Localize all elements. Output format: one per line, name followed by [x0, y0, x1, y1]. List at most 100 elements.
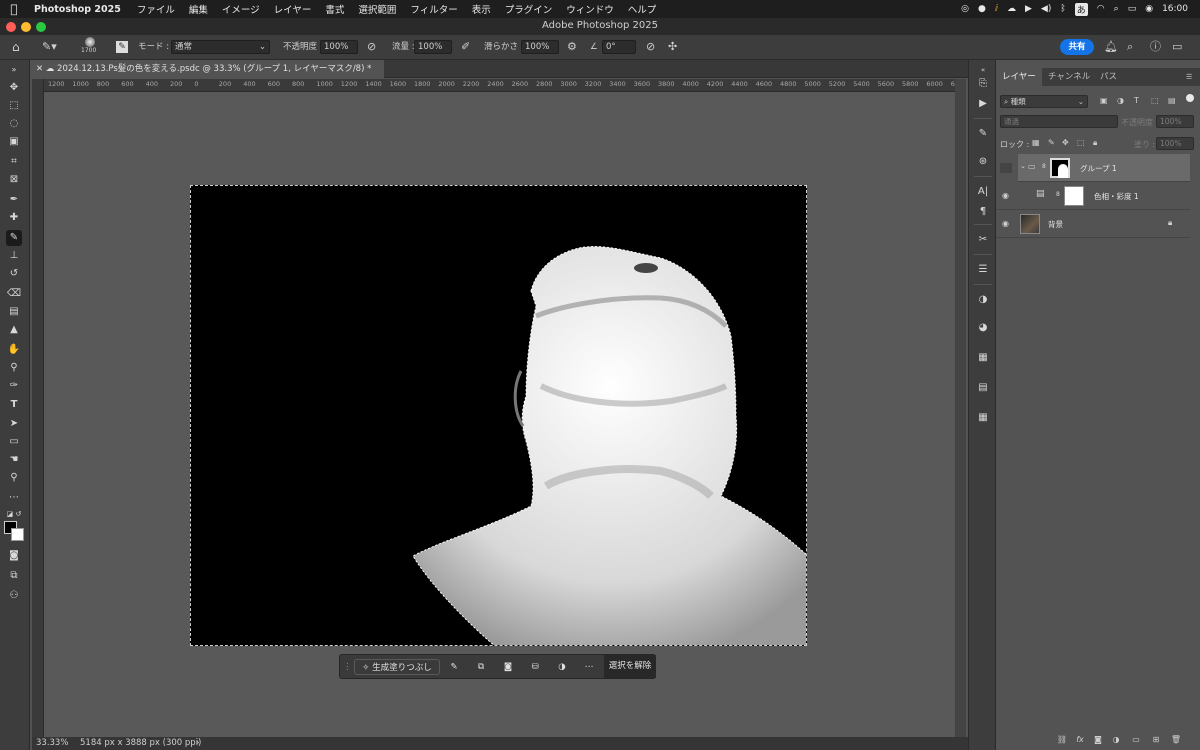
search-icon[interactable]: ⌕	[1114, 4, 1119, 14]
path-selection-tool-icon[interactable]: ➤	[6, 416, 22, 432]
menu-select[interactable]: 選択範囲	[351, 2, 403, 16]
drag-handle-icon[interactable]: ⋮	[343, 659, 352, 675]
background-color-swatch[interactable]	[11, 528, 24, 541]
clone-stamp-tool-icon[interactable]: ⊥	[6, 248, 22, 264]
properties-icon[interactable]: ☰	[975, 262, 991, 278]
eye-icon[interactable]: ◉	[1002, 191, 1012, 200]
close-icon[interactable]: ✕	[36, 64, 46, 74]
smoothing-field[interactable]: 100%	[521, 40, 559, 54]
lock-all-icon[interactable]: 🔒︎	[1093, 138, 1097, 148]
frame-tool-icon[interactable]: ⊠	[6, 172, 22, 188]
scrivener-icon[interactable]: ⅈ	[995, 4, 998, 14]
clone-source-icon[interactable]: ⊛	[975, 154, 991, 170]
filter-shape-icon[interactable]: ⬚	[1151, 96, 1159, 105]
pen-tool-icon[interactable]: ✑	[6, 378, 22, 394]
menu-edit[interactable]: 編集	[182, 2, 215, 16]
symmetry-icon[interactable]: ✣	[668, 39, 677, 55]
lasso-tool-icon[interactable]: ◌	[6, 116, 22, 132]
tab-channels[interactable]: チャンネル	[1048, 68, 1090, 86]
pressure-size-icon[interactable]: ⊘	[646, 39, 655, 55]
zoom-tool-icon[interactable]: ⚲	[6, 470, 22, 486]
generative-fill-button[interactable]: ✧ 生成塗りつぶし	[354, 659, 440, 675]
menu-help[interactable]: ヘルプ	[621, 2, 664, 16]
type-tool-icon[interactable]: T	[6, 397, 22, 413]
eye-icon[interactable]: ◉	[1002, 219, 1012, 228]
siri-icon[interactable]: ◉	[1145, 4, 1153, 14]
healing-brush-tool-icon[interactable]: ✚	[6, 210, 22, 226]
actions-icon[interactable]: ▶	[975, 96, 991, 112]
menu-filter[interactable]: フィルター	[403, 2, 464, 16]
add-mask-icon[interactable]: ◙	[1092, 735, 1104, 744]
layer-row-hue-saturation[interactable]: ◉ ▤ 8 色相・彩度 1	[996, 182, 1190, 210]
control-center-icon[interactable]: ▭	[1128, 4, 1137, 14]
brush-tool-preset-icon[interactable]: ✎▾	[42, 39, 57, 55]
filter-pixel-icon[interactable]: ▣	[1100, 96, 1108, 105]
history-icon[interactable]: ⎘	[975, 76, 991, 92]
deselect-button[interactable]: 選択を解除	[604, 655, 656, 678]
filter-adjustment-icon[interactable]: ◑	[1117, 96, 1124, 105]
clock[interactable]: 16:00	[1162, 4, 1188, 14]
toolbar-collapse-icon[interactable]: »	[6, 62, 22, 78]
link-icon[interactable]: 8	[1056, 191, 1060, 198]
filter-kind-select[interactable]: ⌕ 種類 ⌄	[1000, 95, 1088, 108]
menu-layer[interactable]: レイヤー	[267, 2, 319, 16]
zoom-level[interactable]: 33.33%	[36, 737, 68, 750]
pen-search-icon[interactable]: ⚲	[6, 360, 22, 376]
object-selection-tool-icon[interactable]: ▣	[6, 134, 22, 150]
share-button[interactable]: 共有	[1060, 39, 1094, 55]
new-group-icon[interactable]: ▭	[1130, 735, 1142, 744]
patterns-icon[interactable]: ▦	[975, 410, 991, 426]
quick-mask-icon[interactable]: ◙	[6, 548, 22, 564]
adjustment-mask-thumbnail[interactable]	[1064, 186, 1084, 206]
menu-app-name[interactable]: Photoshop 2025	[28, 4, 130, 15]
fill-selection-icon[interactable]: ⛁	[527, 659, 543, 675]
wifi-icon[interactable]: ◠	[1097, 4, 1105, 14]
filter-toggle[interactable]	[1186, 94, 1194, 102]
tab-paths[interactable]: パス	[1100, 68, 1117, 86]
layer-row-group[interactable]: ⌄ ▭ 8 グループ 1	[1018, 154, 1190, 182]
cloud-icon[interactable]: ☁	[1007, 4, 1016, 14]
more-options-icon[interactable]: ⋯	[581, 659, 597, 675]
menu-view[interactable]: 表示	[465, 2, 498, 16]
trash-icon[interactable]: 🗑︎	[1170, 735, 1182, 744]
flow-field[interactable]: 100%	[414, 40, 452, 54]
bell-icon[interactable]: 🔔︎	[1104, 39, 1118, 55]
mode-select[interactable]: 通常 ⌄	[171, 40, 270, 54]
menu-window[interactable]: ウィンドウ	[559, 2, 621, 16]
lock-artboard-icon[interactable]: ⬚	[1077, 138, 1085, 147]
menu-type[interactable]: 書式	[318, 2, 351, 16]
layer-opacity-field[interactable]: 100%	[1156, 115, 1194, 128]
eyedropper-tool-icon[interactable]: ✒	[6, 192, 22, 208]
layer-mask-thumbnail[interactable]	[1050, 158, 1070, 178]
chevron-right-icon[interactable]: ›	[196, 737, 199, 750]
opacity-field[interactable]: 100%	[320, 40, 358, 54]
move-tool-icon[interactable]: ✥	[6, 80, 22, 96]
more-tools-icon[interactable]: ⋯	[6, 490, 22, 506]
lock-transparent-icon[interactable]: ▦	[1032, 138, 1040, 147]
blend-mode-select[interactable]: 通過	[1000, 115, 1118, 128]
pressure-opacity-icon[interactable]: ⊘	[367, 39, 376, 55]
tools-icon[interactable]: ✂	[975, 232, 991, 248]
swatches-icon[interactable]: ▦	[975, 350, 991, 366]
hand-tool-icon[interactable]: ☚	[6, 452, 22, 468]
screen-mode-icon[interactable]: ⧉	[6, 568, 22, 584]
apple-icon[interactable]: 	[0, 2, 28, 16]
modify-selection-icon[interactable]: ✎	[446, 659, 462, 675]
bluetooth-icon[interactable]: ᛒ	[1060, 4, 1065, 14]
gradients-icon[interactable]: ▤	[975, 380, 991, 396]
crop-tool-icon[interactable]: ⌗	[6, 154, 22, 170]
filter-smart-object-icon[interactable]: ▤	[1168, 96, 1176, 105]
marquee-tool-icon[interactable]: ⬚	[6, 98, 22, 114]
input-method-icon[interactable]: あ	[1074, 2, 1088, 16]
workspace-icon[interactable]: ▭	[1172, 39, 1182, 55]
chevron-down-icon[interactable]: ⌄	[1020, 162, 1026, 170]
creative-cloud-icon[interactable]: ◎	[961, 4, 969, 14]
document-tab[interactable]: ✕ ☁ 2024.12.13.Ps髪の色を変える.psdc @ 33.3% (グ…	[32, 60, 384, 78]
home-icon[interactable]: ⌂	[12, 39, 20, 55]
adjustment-layer-icon[interactable]: ◑	[554, 659, 570, 675]
link-icon[interactable]: 8	[1042, 163, 1046, 170]
vertical-ruler[interactable]	[32, 79, 44, 737]
lock-position-icon[interactable]: ✥	[1062, 138, 1069, 147]
new-adjustment-icon[interactable]: ◑	[1110, 735, 1122, 744]
rectangle-tool-icon[interactable]: ▭	[6, 434, 22, 450]
